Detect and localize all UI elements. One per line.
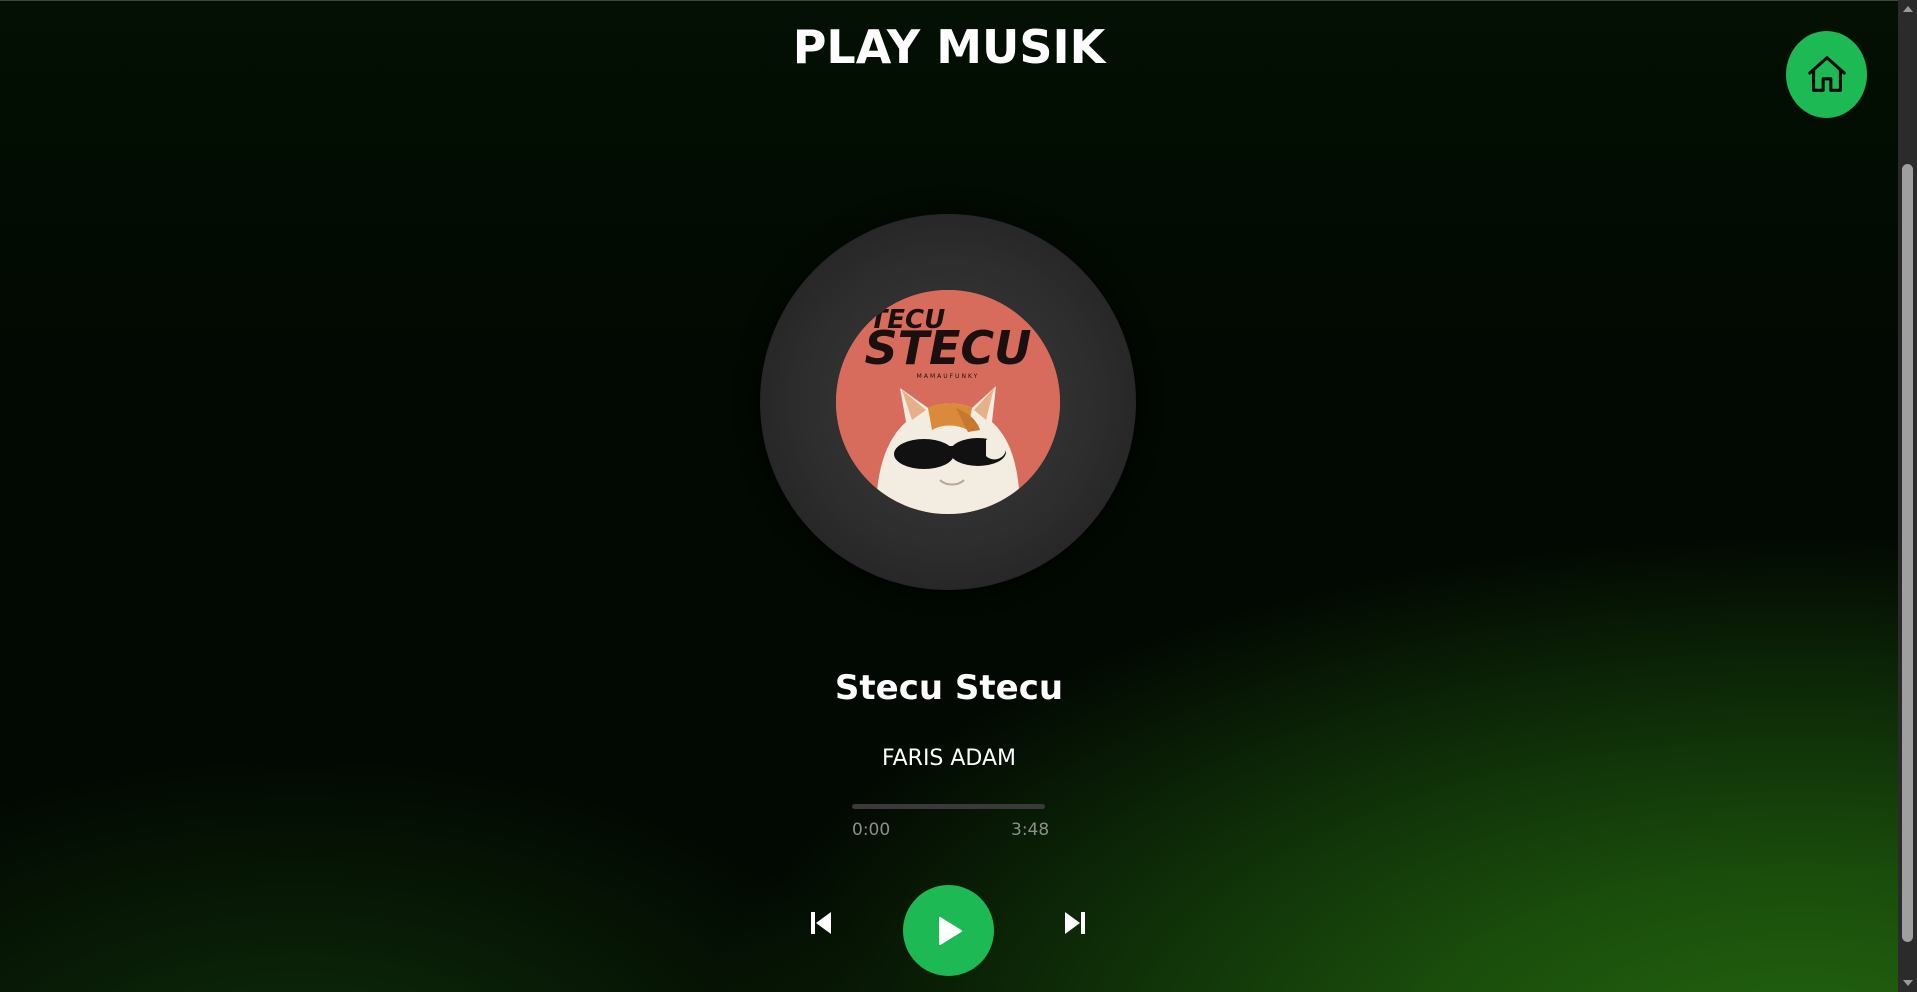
- total-time: 3:48: [1011, 820, 1050, 840]
- home-button[interactable]: [1786, 31, 1867, 118]
- previous-button[interactable]: [806, 906, 836, 940]
- top-border: [0, 0, 1898, 1]
- scroll-up-arrow-icon[interactable]: [1903, 6, 1913, 12]
- skip-next-icon: [1065, 912, 1085, 934]
- next-button[interactable]: [1060, 906, 1090, 940]
- progress-bar[interactable]: [852, 804, 1045, 809]
- play-icon: [938, 916, 962, 945]
- page-background: PLAY MUSIK STECU STECU MAMAUFUNKY Stecu …: [0, 0, 1898, 992]
- scroll-down-arrow-icon[interactable]: [1903, 980, 1913, 986]
- song-title: Stecu Stecu: [834, 668, 1064, 708]
- cover-text-line-3: MAMAUFUNKY: [917, 373, 980, 380]
- scrollbar-thumb[interactable]: [1902, 164, 1913, 942]
- album-cover: STECU STECU MAMAUFUNKY: [836, 290, 1060, 514]
- home-icon: [1807, 55, 1846, 92]
- vertical-scrollbar[interactable]: [1898, 0, 1917, 992]
- current-time: 0:00: [852, 820, 891, 840]
- artist-name: FARIS ADAM: [881, 746, 1017, 771]
- skip-previous-icon: [811, 912, 831, 934]
- page-title: PLAY MUSIK: [792, 20, 1106, 74]
- play-button[interactable]: [903, 885, 994, 976]
- cover-text-line-2: STECU: [864, 321, 1031, 375]
